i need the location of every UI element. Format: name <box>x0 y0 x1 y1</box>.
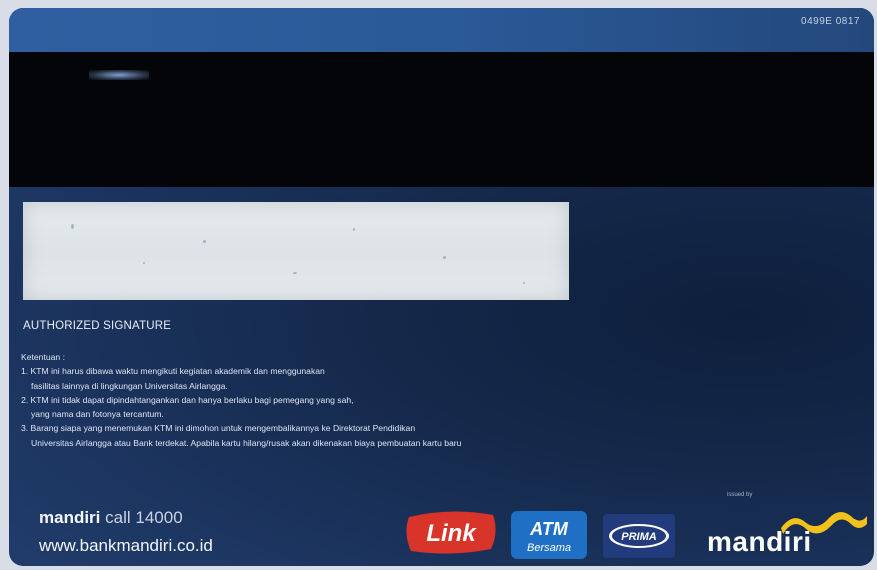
panel-speck <box>293 272 297 274</box>
student-id-card-back: 0499E 0817 AUTHORIZED SIGNATURE Ketentua… <box>9 8 874 566</box>
atm-logo-top-text: ATM <box>529 519 569 539</box>
authorized-signature-label: AUTHORIZED SIGNATURE <box>23 320 172 332</box>
call-number: call 14000 <box>105 508 183 527</box>
link-logo-text: Link <box>426 520 477 547</box>
terms-line: 1. KTM ini harus dibawa waktu mengikuti … <box>21 366 325 377</box>
panel-speck <box>143 262 145 264</box>
panel-speck <box>353 228 355 231</box>
atm-logo-bottom-text: Bersama <box>527 542 571 554</box>
panel-speck <box>203 240 206 243</box>
panel-speck <box>523 282 525 284</box>
mandiri-wordmark: mandiri <box>707 526 812 557</box>
signature-panel <box>23 202 569 300</box>
terms-line: yang nama dan fotonya tercantum. <box>31 409 164 420</box>
terms-block: Ketentuan : 1. KTM ini harus dibawa wakt… <box>21 350 741 450</box>
atm-bersama-logo: ATM Bersama <box>511 511 587 559</box>
call-brand: mandiri <box>39 508 101 527</box>
terms-line: 2. KTM ini tidak dapat dipindahtangankan… <box>21 394 354 405</box>
call-center-line: mandiri call 14000 <box>39 508 183 528</box>
stripe-scuff <box>89 70 149 80</box>
terms-line: fasilitas lainnya di lingkungan Universi… <box>31 380 228 391</box>
panel-speck <box>443 256 446 259</box>
card-serial-number: 0499E 0817 <box>801 16 860 27</box>
terms-heading: Ketentuan : <box>21 352 65 362</box>
card-top-strip: 0499E 0817 <box>9 8 874 52</box>
prima-logo: PRIMA <box>603 514 675 558</box>
issued-by-label: issued by <box>727 492 753 498</box>
prima-logo-text: PRIMA <box>621 531 657 543</box>
panel-speck <box>71 224 74 229</box>
mandiri-logo: issued by mandiri <box>697 486 874 566</box>
link-logo: Link <box>406 511 496 554</box>
terms-line: Universitas Airlangga atau Bank terdekat… <box>31 437 462 448</box>
website-url: www.bankmandiri.co.id <box>39 536 213 555</box>
magnetic-stripe <box>9 52 874 187</box>
terms-line: 3. Barang siapa yang menemukan KTM ini d… <box>21 423 416 434</box>
